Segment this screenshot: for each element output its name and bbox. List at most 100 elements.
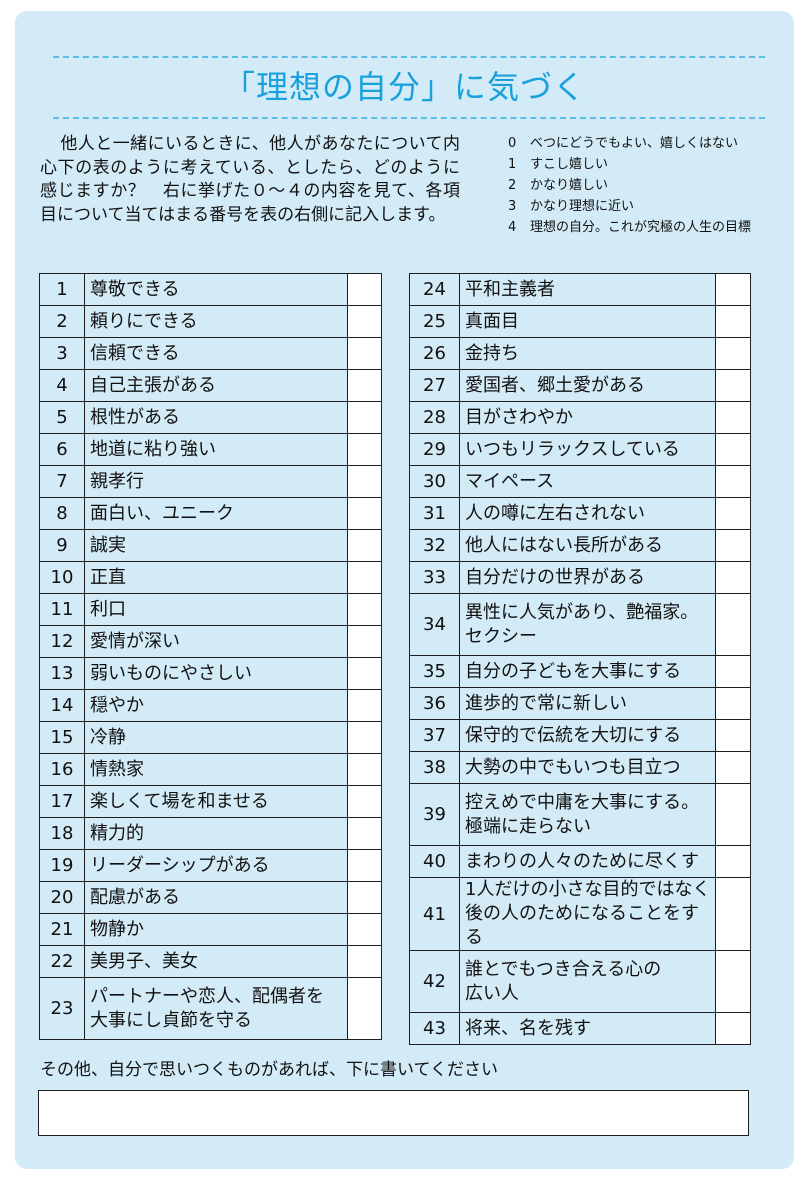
score-input-box[interactable] — [715, 593, 751, 656]
item-number: 29 — [409, 433, 460, 466]
item-number: 21 — [39, 913, 85, 946]
item-label: 尊敬できる — [84, 273, 348, 306]
item-label-line: 穏やか — [90, 694, 144, 716]
item-number: 38 — [409, 751, 460, 784]
score-input-box[interactable] — [347, 753, 382, 786]
score-input-box[interactable] — [347, 529, 382, 562]
score-input-box[interactable] — [347, 817, 382, 850]
item-label: いつもリラックスしている — [459, 433, 716, 466]
score-input-box[interactable] — [347, 273, 382, 306]
score-input-box[interactable] — [715, 687, 751, 720]
score-input-box[interactable] — [715, 401, 751, 434]
score-input-box[interactable] — [715, 305, 751, 338]
item-number: 35 — [409, 655, 460, 688]
legend-item: 4 理想の自分。これが究極の人生の目標 — [508, 217, 770, 238]
item-label-line: 信頼できる — [90, 342, 180, 364]
item-label-line: 冷静 — [90, 726, 126, 748]
item-row: 32 他人にはない長所がある — [409, 529, 751, 562]
item-label-line: 真面目 — [465, 310, 519, 332]
item-label: 根性がある — [84, 401, 348, 434]
item-row: 31 人の噂に左右されない — [409, 497, 751, 530]
item-row: 14 穏やか — [39, 689, 382, 722]
item-label-line: 誠実 — [90, 534, 126, 556]
item-row: 24 平和主義者 — [409, 273, 751, 306]
item-label-line: 保守的で伝統を大切にする — [465, 724, 682, 746]
score-input-box[interactable] — [347, 945, 382, 978]
score-input-box[interactable] — [347, 337, 382, 370]
score-input-box[interactable] — [715, 273, 751, 306]
item-number: 40 — [409, 845, 460, 878]
items-table-left: 1 尊敬できる 2 頼りにできる 3 信頼できる 4 自己主張がある 5 根性がある 6 地道に粘り強… — [39, 273, 382, 1040]
item-label: 信頼できる — [84, 337, 348, 370]
score-input-box[interactable] — [715, 465, 751, 498]
item-label-line: 控えめで中庸を大事にする。 — [465, 791, 700, 813]
score-legend: 0 べつにどうでもよい、嬉しくはない 1 すこし嬉しい 2 かなり嬉しい 3 かなり理想… — [508, 133, 770, 238]
free-entry-prompt: その他、自分で思いつくものがあれば、下に書いてください — [40, 1060, 498, 1080]
item-label: 頼りにできる — [84, 305, 348, 338]
score-input-box[interactable] — [347, 593, 382, 626]
score-input-box[interactable] — [347, 657, 382, 690]
score-input-box[interactable] — [347, 785, 382, 818]
item-label: 平和主義者 — [459, 273, 716, 306]
score-input-box[interactable] — [347, 689, 382, 722]
page-title: 「理想の自分」に気づく — [222, 68, 586, 106]
item-number: 27 — [409, 369, 460, 402]
score-input-box[interactable] — [347, 497, 382, 530]
item-number: 24 — [409, 273, 460, 306]
item-label: 控えめで中庸を大事にする。 極端に走らない — [459, 783, 716, 846]
score-input-box[interactable] — [347, 369, 382, 402]
score-input-box[interactable] — [347, 913, 382, 946]
title-divider-bottom — [53, 117, 765, 119]
score-input-box[interactable] — [347, 721, 382, 754]
score-input-box[interactable] — [715, 877, 751, 951]
item-label-line: 情熱家 — [90, 758, 144, 780]
score-input-box[interactable] — [715, 337, 751, 370]
item-row: 37 保守的で伝統を大切にする — [409, 719, 751, 752]
item-label: 真面目 — [459, 305, 716, 338]
item-label: 美男子、美女 — [84, 945, 348, 978]
score-input-box[interactable] — [347, 433, 382, 466]
item-label-line: 自分だけの世界がある — [465, 566, 645, 588]
score-input-box[interactable] — [715, 783, 751, 846]
score-input-box[interactable] — [715, 655, 751, 688]
item-number: 43 — [409, 1012, 460, 1045]
score-input-box[interactable] — [715, 845, 751, 878]
item-label-line: 利口 — [90, 598, 126, 620]
item-row: 4 自己主張がある — [39, 369, 382, 402]
item-label: 精力的 — [84, 817, 348, 850]
legend-text: かなり嬉しい — [530, 178, 609, 193]
item-row: 41 1人だけの小さな目的ではなく 後の人のためになることをする — [409, 877, 751, 951]
score-input-box[interactable] — [347, 881, 382, 914]
score-input-box[interactable] — [715, 529, 751, 562]
score-input-box[interactable] — [347, 977, 382, 1040]
item-number: 33 — [409, 561, 460, 594]
free-entry-field[interactable] — [38, 1090, 749, 1136]
item-number: 6 — [39, 433, 85, 466]
item-label: 物静か — [84, 913, 348, 946]
item-row: 1 尊敬できる — [39, 273, 382, 306]
score-input-box[interactable] — [715, 950, 751, 1013]
score-input-box[interactable] — [347, 625, 382, 658]
item-row: 27 愛国者、郷土愛がある — [409, 369, 751, 402]
score-input-box[interactable] — [715, 1012, 751, 1045]
score-input-box[interactable] — [715, 751, 751, 784]
score-input-box[interactable] — [715, 497, 751, 530]
score-input-box[interactable] — [347, 561, 382, 594]
score-input-box[interactable] — [347, 465, 382, 498]
score-input-box[interactable] — [715, 561, 751, 594]
item-label: 自分だけの世界がある — [459, 561, 716, 594]
item-label: 配慮がある — [84, 881, 348, 914]
item-label: マイペース — [459, 465, 716, 498]
score-input-box[interactable] — [347, 305, 382, 338]
score-input-box[interactable] — [715, 369, 751, 402]
score-input-box[interactable] — [347, 849, 382, 882]
score-input-box[interactable] — [347, 401, 382, 434]
item-label: 愛国者、郷土愛がある — [459, 369, 716, 402]
item-number: 30 — [409, 465, 460, 498]
item-label: 誠実 — [84, 529, 348, 562]
item-row: 8 面白い、ユニーク — [39, 497, 382, 530]
item-row: 15 冷静 — [39, 721, 382, 754]
score-input-box[interactable] — [715, 433, 751, 466]
item-label-line: 親孝行 — [90, 470, 144, 492]
score-input-box[interactable] — [715, 719, 751, 752]
